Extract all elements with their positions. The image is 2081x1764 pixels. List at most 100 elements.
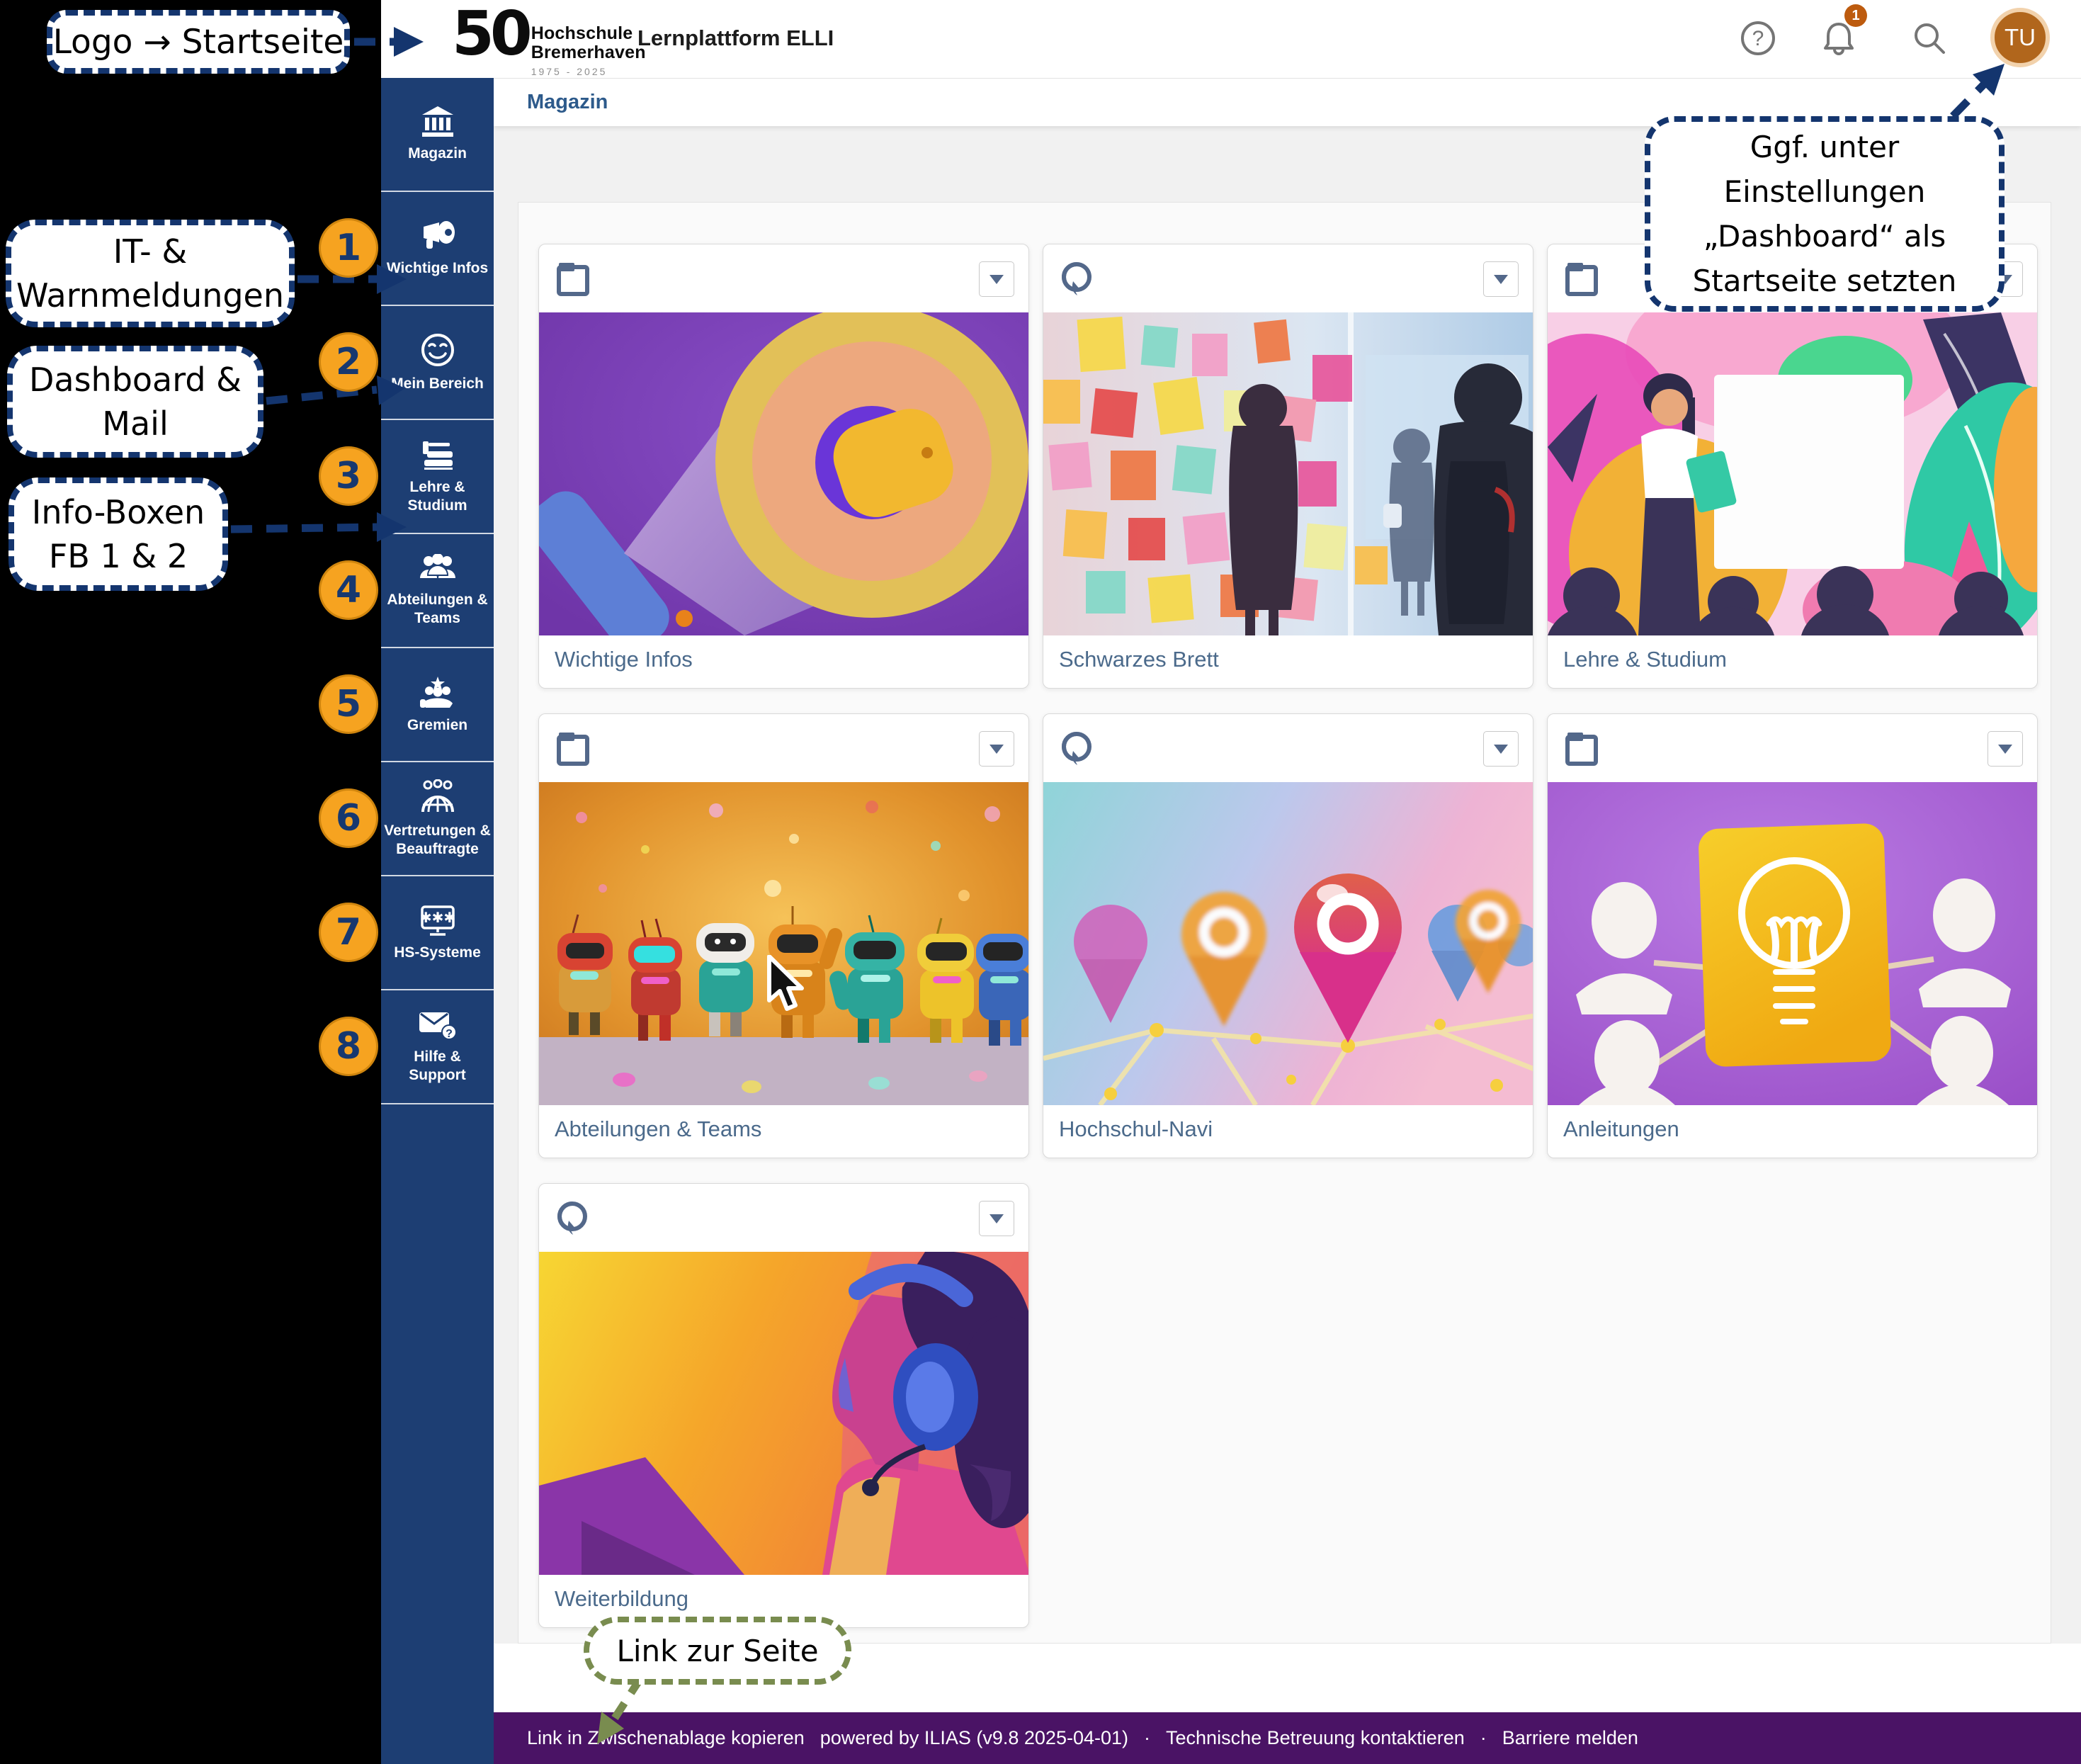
- sidebar-item-mein-bereich[interactable]: Mein Bereich: [381, 306, 494, 420]
- annotation-number-4: 4: [319, 560, 378, 620]
- folder-icon: [1563, 730, 1601, 768]
- notification-badge: 1: [1844, 4, 1867, 27]
- card-image[interactable]: [1043, 312, 1533, 635]
- callout-infoboxen: Info-Boxen FB 1 & 2: [8, 477, 228, 591]
- card-actions-dropdown[interactable]: [1483, 261, 1519, 297]
- callout-it-warnmeldungen: IT- & Warnmeldungen: [6, 220, 295, 327]
- globe-people-icon: [419, 779, 456, 815]
- card-title[interactable]: Abteilungen & Teams: [539, 1105, 1028, 1158]
- footer-separator: ·: [1480, 1727, 1487, 1749]
- logo-50-text: 50: [452, 6, 528, 64]
- chevron-down-icon: [990, 275, 1004, 284]
- sidebar-item-label: Mein Bereich: [388, 375, 487, 392]
- avatar[interactable]: TU: [1990, 8, 2050, 67]
- annotation-number-8: 8: [319, 1017, 378, 1076]
- card-image[interactable]: [539, 312, 1028, 635]
- sidebar-item-label: Gremien: [404, 716, 470, 734]
- megaphone-illustration: [539, 312, 1028, 635]
- card-actions-dropdown[interactable]: [979, 261, 1014, 297]
- callout-dashboard-mail: Dashboard & Mail: [7, 346, 263, 458]
- card-grid: Wichtige Infos: [538, 244, 2038, 1628]
- card-image[interactable]: [1548, 782, 2037, 1105]
- sidebar-item-wichtige-infos[interactable]: Wichtige Infos: [381, 192, 494, 306]
- monitor-password-icon: ✱✱✱: [419, 904, 457, 937]
- page-title: Lernplattform ELLI: [637, 26, 834, 51]
- footer-bar: Link in Zwischenablage kopieren powered …: [494, 1712, 2081, 1764]
- callout-link-zur-seite: Link zur Seite: [584, 1617, 851, 1685]
- bank-icon: [421, 106, 455, 137]
- annotation-number-5: 5: [319, 674, 378, 734]
- sticky-notes-illustration: [1043, 312, 1533, 635]
- svg-text:✱✱✱: ✱✱✱: [419, 909, 455, 926]
- svg-text:?: ?: [446, 1028, 453, 1040]
- smiley-icon: [420, 332, 455, 368]
- sidebar-item-label: Wichtige Infos: [384, 259, 491, 277]
- callout-logo-startseite: Logo → Startseite: [47, 10, 350, 74]
- card-weiterbildung: Weiterbildung: [538, 1183, 1029, 1628]
- repository-panel: Wichtige Infos: [518, 202, 2051, 1644]
- sidebar-item-label: Magazin: [405, 145, 470, 162]
- annotation-arrow: [231, 527, 377, 529]
- card-image[interactable]: [1548, 312, 2037, 635]
- map-pins-illustration: [1043, 782, 1533, 1105]
- card-actions-dropdown[interactable]: [1988, 731, 2023, 767]
- annotation-number-3: 3: [319, 446, 378, 506]
- folder-icon: [555, 260, 593, 298]
- card-image[interactable]: [539, 782, 1028, 1105]
- sidebar-item-label: HS-Systeme: [391, 944, 484, 961]
- mail-question-icon: ?: [418, 1010, 458, 1041]
- sidebar-item-label: Lehre & Studium: [381, 478, 494, 514]
- footer-link-clipboard[interactable]: Link in Zwischenablage kopieren: [527, 1727, 805, 1749]
- card-actions-dropdown[interactable]: [979, 1201, 1014, 1236]
- link-icon: [1059, 260, 1097, 298]
- main-content: Magazin: [494, 78, 2081, 1712]
- annotation-number-1: 1: [319, 218, 378, 278]
- sidebar-item-abteilungen-teams[interactable]: Abteilungen & Teams: [381, 534, 494, 648]
- folder-icon: [555, 730, 593, 768]
- card-image[interactable]: [1043, 782, 1533, 1105]
- card-actions-dropdown[interactable]: [1483, 731, 1519, 767]
- books-icon: [419, 439, 457, 471]
- sidebar-item-label: Hilfe & Support: [381, 1048, 494, 1083]
- link-icon: [555, 1199, 593, 1238]
- sidebar-item-label: Vertretungen & Beauftragte: [381, 822, 494, 857]
- annotation-arrow: [266, 390, 377, 401]
- card-title[interactable]: Wichtige Infos: [539, 635, 1028, 689]
- main-sidebar: Magazin Wichtige Infos Mein Bereich Lehr…: [381, 78, 494, 1764]
- card-title[interactable]: Anleitungen: [1548, 1105, 2037, 1158]
- card-image[interactable]: [539, 1252, 1028, 1575]
- help-icon[interactable]: ?: [1740, 20, 1776, 57]
- sidebar-item-hilfe-support[interactable]: ? Hilfe & Support: [381, 990, 494, 1104]
- footer-separator: ·: [1144, 1727, 1150, 1749]
- callout-dashboard-startseite: Ggf. unter Einstellungen „Dashboard“ als…: [1645, 116, 2005, 312]
- robots-illustration: [539, 782, 1028, 1105]
- footer-link-support[interactable]: Technische Betreuung kontaktieren: [1166, 1727, 1465, 1749]
- sidebar-item-magazin[interactable]: Magazin: [381, 78, 494, 192]
- link-icon: [1059, 730, 1097, 768]
- chevron-down-icon: [990, 745, 1004, 754]
- logo-name-line2: Bremerhaven: [531, 43, 646, 62]
- card-title[interactable]: Lehre & Studium: [1548, 635, 2037, 689]
- sidebar-item-label: Abteilungen & Teams: [381, 591, 494, 626]
- sidebar-item-lehre-studium[interactable]: Lehre & Studium: [381, 420, 494, 534]
- sidebar-item-gremien[interactable]: Gremien: [381, 648, 494, 762]
- university-logo[interactable]: 50 Hochschule Bremerhaven 1975 - 2025: [452, 6, 646, 77]
- sidebar-item-hs-systeme[interactable]: ✱✱✱ HS-Systeme: [381, 876, 494, 990]
- card-hochschul-navi: Hochschul-Navi: [1043, 713, 1533, 1158]
- search-icon[interactable]: [1911, 20, 1948, 57]
- megaphone-icon: [419, 220, 456, 252]
- card-title[interactable]: Hochschul-Navi: [1043, 1105, 1533, 1158]
- card-anleitungen: Anleitungen: [1547, 713, 2038, 1158]
- breadcrumb-magazin[interactable]: Magazin: [527, 91, 608, 114]
- footer-powered-by: powered by ILIAS (v9.8 2025-04-01): [820, 1727, 1128, 1749]
- headphones-person-illustration: [539, 1252, 1028, 1575]
- sidebar-item-vertretungen[interactable]: Vertretungen & Beauftragte: [381, 762, 494, 876]
- card-actions-dropdown[interactable]: [979, 731, 1014, 767]
- svg-text:?: ?: [1752, 27, 1764, 50]
- chevron-down-icon: [1998, 745, 2012, 754]
- people-group-icon: [419, 554, 457, 584]
- card-title[interactable]: Schwarzes Brett: [1043, 635, 1533, 689]
- chevron-down-icon: [990, 1214, 1004, 1223]
- footer-link-barrier[interactable]: Barriere melden: [1502, 1727, 1638, 1749]
- chevron-down-icon: [1494, 745, 1508, 754]
